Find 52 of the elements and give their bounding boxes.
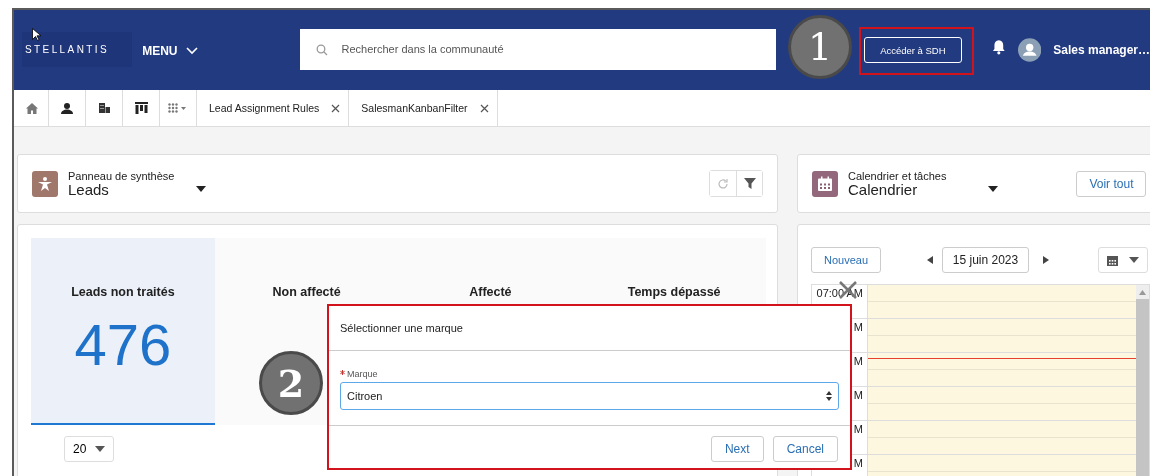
time-label: M [853,389,863,401]
nav-tab[interactable]: SalesmanKanbanFilter [349,90,498,126]
chevron-icon [185,47,198,55]
stat-label: Non affecté [272,285,341,299]
cursor-icon [32,28,41,41]
card-subtitle: Panneau de synthèse [68,169,175,182]
filter-button[interactable] [736,171,762,196]
card-subtitle: Calendrier et tâches [848,169,947,182]
nav-tab[interactable]: Lead Assignment Rules [197,90,350,126]
logo[interactable]: STELLANTIS [22,31,133,67]
stat-tab[interactable]: Leads non traités 476 [31,238,215,425]
avatar-icon[interactable] [1017,38,1042,62]
card-title: Calendrier [848,181,919,198]
close-icon[interactable] [331,103,341,113]
user-name[interactable]: Sales manager… [1053,43,1150,57]
view-all-button[interactable]: Voir tout [1076,170,1147,197]
field-label: Marque [347,369,378,379]
caret-icon[interactable] [196,185,207,192]
date-field[interactable]: 15 juin 2023 [942,247,1029,273]
search-icon [315,43,328,56]
caret-icon [95,446,105,452]
filter-icon [743,177,756,190]
stat-label: Leads non traités [71,285,175,299]
time-label: M [853,355,863,367]
search-field[interactable]: Rechercher dans la communauté [299,28,776,70]
time-label: M [853,457,863,469]
caret-icon [1129,257,1139,263]
sdh-button[interactable]: Accéder à SDH [863,37,963,63]
scrollbar[interactable] [1136,285,1149,476]
stat-label: Affecté [469,285,512,299]
previous-icon[interactable] [927,256,933,264]
calendar-icon [1107,254,1118,266]
stat-value: 476 [74,311,172,378]
card-title: Leads [68,181,110,198]
stat-label: Temps dépassé [627,285,721,299]
next-icon[interactable] [1043,256,1049,264]
spinner-arrows-icon [826,390,832,402]
page-size-dropdown[interactable]: 20 [64,436,114,462]
time-label: M [853,321,863,333]
calendar-view-button[interactable] [1098,247,1148,273]
star-person-icon [32,170,58,197]
brand-select[interactable]: Citroen [340,382,839,410]
bell-icon[interactable] [992,39,1006,55]
refresh-icon [717,177,729,190]
new-button[interactable]: Nouveau [811,247,881,273]
menu-button[interactable]: MENU [138,42,202,60]
dialog-button[interactable]: Cancel [772,436,838,462]
calendar-icon [812,170,838,197]
close-icon[interactable] [479,103,489,113]
time-label: M [853,423,863,435]
caret-icon[interactable] [988,185,999,192]
dialog-button[interactable]: Next [710,436,764,462]
